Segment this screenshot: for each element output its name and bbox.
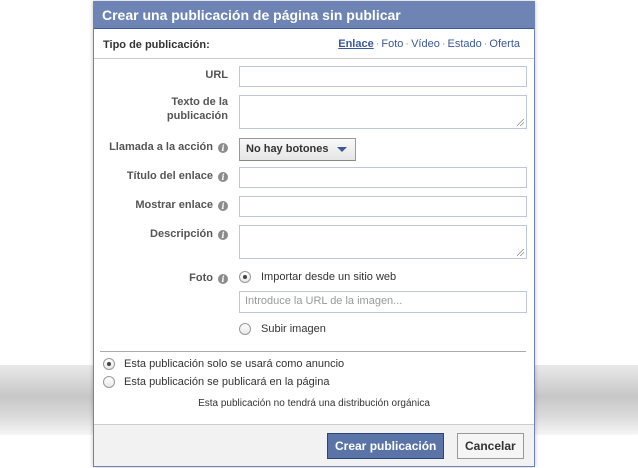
post-type-video[interactable]: Vídeo bbox=[411, 38, 440, 50]
post-type-link[interactable]: Enlace bbox=[338, 38, 373, 50]
post-type-links: Enlace · Foto · Vídeo · Estado · Oferta bbox=[338, 38, 520, 50]
upload-image-label[interactable]: Subir imagen bbox=[261, 323, 326, 335]
description-label: Descripción bbox=[150, 228, 213, 240]
url-input[interactable] bbox=[239, 66, 527, 87]
url-label: URL bbox=[205, 69, 228, 81]
link-title-label-row: Título del enlace i bbox=[94, 169, 228, 183]
post-text-label-line2: publicación bbox=[166, 110, 228, 122]
info-icon[interactable]: i bbox=[218, 143, 228, 153]
cta-dropdown-value: No hay botones bbox=[246, 143, 329, 155]
separator: · bbox=[483, 38, 488, 50]
info-icon[interactable]: i bbox=[218, 201, 228, 211]
cta-label-row: Llamada a la acción i bbox=[94, 140, 228, 154]
description-label-row: Descripción i bbox=[94, 227, 228, 241]
ad-only-radio[interactable] bbox=[103, 358, 115, 370]
divider bbox=[100, 351, 526, 352]
import-from-web-label[interactable]: Importar desde un sitio web bbox=[261, 271, 396, 283]
organic-distribution-note: Esta publicación no tendrá una distribuc… bbox=[198, 398, 430, 409]
info-icon[interactable]: i bbox=[218, 274, 228, 284]
post-type-status[interactable]: Estado bbox=[448, 38, 482, 50]
resize-grip-icon[interactable] bbox=[517, 249, 524, 256]
display-link-input[interactable] bbox=[239, 196, 527, 217]
cta-dropdown[interactable]: No hay botones bbox=[239, 138, 356, 161]
photo-label: Foto bbox=[189, 272, 213, 284]
post-type-photo[interactable]: Foto bbox=[381, 38, 403, 50]
photo-label-row: Foto i bbox=[94, 271, 228, 285]
image-url-placeholder: Introduce la URL de la imagen... bbox=[245, 295, 403, 307]
cta-label: Llamada a la acción bbox=[109, 141, 213, 153]
post-text-label: Texto de la publicación bbox=[94, 95, 228, 123]
description-textarea[interactable] bbox=[239, 225, 527, 259]
post-text-textarea[interactable] bbox=[239, 95, 527, 129]
separator: · bbox=[375, 38, 380, 50]
post-type-label: Tipo de publicación: bbox=[103, 39, 210, 51]
dialog-title: Crear una publicación de página sin publ… bbox=[94, 1, 534, 29]
link-title-input[interactable] bbox=[239, 167, 527, 188]
separator: · bbox=[441, 38, 446, 50]
import-from-web-radio[interactable] bbox=[239, 271, 251, 283]
create-unpublished-post-dialog: Crear una publicación de página sin publ… bbox=[93, 1, 535, 467]
chevron-down-icon bbox=[337, 147, 347, 152]
info-icon[interactable]: i bbox=[218, 230, 228, 240]
post-type-offer[interactable]: Oferta bbox=[489, 38, 520, 50]
image-url-input[interactable]: Introduce la URL de la imagen... bbox=[239, 291, 527, 313]
cancel-button[interactable]: Cancelar bbox=[457, 433, 524, 459]
dialog-footer: Crear publicación Cancelar bbox=[94, 424, 534, 466]
link-title-label: Título del enlace bbox=[126, 170, 213, 182]
separator: · bbox=[405, 38, 410, 50]
post-type-row: Tipo de publicación: Enlace · Foto · Vídeo · E… bbox=[94, 31, 534, 59]
display-link-label-row: Mostrar enlace i bbox=[94, 198, 228, 212]
post-text-label-line1: Texto de la bbox=[171, 96, 228, 108]
upload-image-radio[interactable] bbox=[239, 323, 251, 335]
display-link-label: Mostrar enlace bbox=[135, 199, 213, 211]
resize-grip-icon[interactable] bbox=[517, 119, 524, 126]
ad-only-label[interactable]: Esta publicación solo se usará como anun… bbox=[124, 358, 344, 370]
publish-page-radio[interactable] bbox=[103, 376, 115, 388]
info-icon[interactable]: i bbox=[218, 172, 228, 182]
create-post-button[interactable]: Crear publicación bbox=[327, 433, 445, 459]
publish-page-label[interactable]: Esta publicación se publicará en la pági… bbox=[124, 376, 329, 388]
